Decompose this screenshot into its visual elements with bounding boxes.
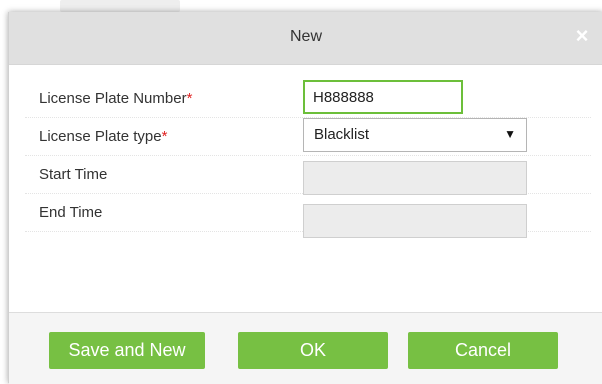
license-plate-type-label: License Plate type* [39,128,168,145]
required-asterisk: * [186,90,193,107]
dropdown-arrow-icon[interactable]: ▼ [504,127,516,141]
license-plate-type-value: Blacklist [314,126,370,143]
dialog-titlebar: New × [9,12,602,65]
background-window-strip [60,0,180,12]
ok-button[interactable]: OK [238,332,388,369]
license-plate-type-select[interactable]: Blacklist ▼ [303,118,527,152]
license-plate-number-input[interactable] [303,80,463,114]
close-icon[interactable]: × [571,24,593,48]
dialog-footer: Save and New OK Cancel [9,312,602,384]
save-and-new-button[interactable]: Save and New [49,332,205,369]
end-time-input[interactable] [303,204,527,238]
license-plate-number-label: License Plate Number* [39,90,193,107]
end-time-label: End Time [39,204,103,221]
dialog-body: License Plate Number* License Plate type… [9,65,602,312]
dialog-title: New [289,28,322,45]
start-time-label: Start Time [39,166,108,183]
start-time-input[interactable] [303,161,527,195]
cancel-button[interactable]: Cancel [408,332,558,369]
required-asterisk: * [161,128,168,145]
new-plate-dialog: New × License Plate Number* License Plat… [8,12,602,384]
